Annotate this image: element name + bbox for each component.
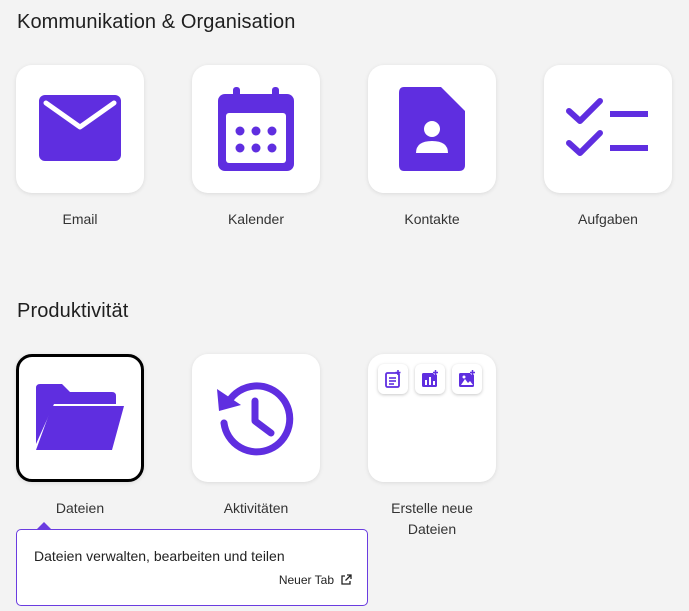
checklist-icon bbox=[566, 98, 648, 156]
external-link-icon bbox=[341, 574, 352, 585]
app-label-files: Dateien bbox=[55, 500, 105, 516]
section-title-productivity: Produktivität bbox=[17, 300, 129, 322]
open-new-tab-label: Neuer Tab bbox=[278, 573, 334, 587]
contact-icon bbox=[399, 87, 465, 171]
new-image-button[interactable] bbox=[452, 364, 482, 394]
new-spreadsheet-button[interactable] bbox=[415, 364, 445, 394]
new-document-button[interactable] bbox=[378, 364, 408, 394]
app-label-tasks: Aufgaben bbox=[578, 211, 638, 227]
mail-icon bbox=[39, 95, 121, 161]
app-tile-activities[interactable] bbox=[192, 354, 320, 482]
new-spreadsheet-icon bbox=[422, 370, 438, 387]
app-tile-files[interactable] bbox=[16, 354, 144, 482]
app-tile-contacts[interactable] bbox=[368, 65, 496, 193]
open-new-tab-link[interactable]: Neuer Tab bbox=[279, 573, 352, 587]
app-tile-calendar[interactable] bbox=[192, 65, 320, 193]
app-tile-email[interactable] bbox=[16, 65, 144, 193]
new-image-icon bbox=[459, 370, 475, 387]
new-document-icon bbox=[385, 370, 401, 388]
calendar-icon bbox=[218, 87, 294, 171]
app-label-email: Email bbox=[62, 211, 98, 227]
section-title-communication: Kommunikation & Organisation bbox=[17, 11, 296, 33]
folder-icon bbox=[36, 384, 124, 450]
app-label-contacts: Kontakte bbox=[404, 211, 460, 227]
app-label-calendar: Kalender bbox=[227, 211, 285, 227]
tooltip-text: Dateien verwalten, bearbeiten und teilen bbox=[34, 548, 285, 564]
tooltip-arrow bbox=[37, 522, 51, 529]
app-label-activities: Aktivitäten bbox=[223, 500, 289, 516]
history-icon bbox=[217, 382, 294, 456]
app-tile-create-files[interactable] bbox=[368, 354, 496, 482]
app-tile-tasks[interactable] bbox=[544, 65, 672, 193]
app-label-create-files: Erstelle neue Dateien bbox=[391, 500, 473, 537]
files-tooltip: Dateien verwalten, bearbeiten und teilen… bbox=[16, 529, 368, 606]
